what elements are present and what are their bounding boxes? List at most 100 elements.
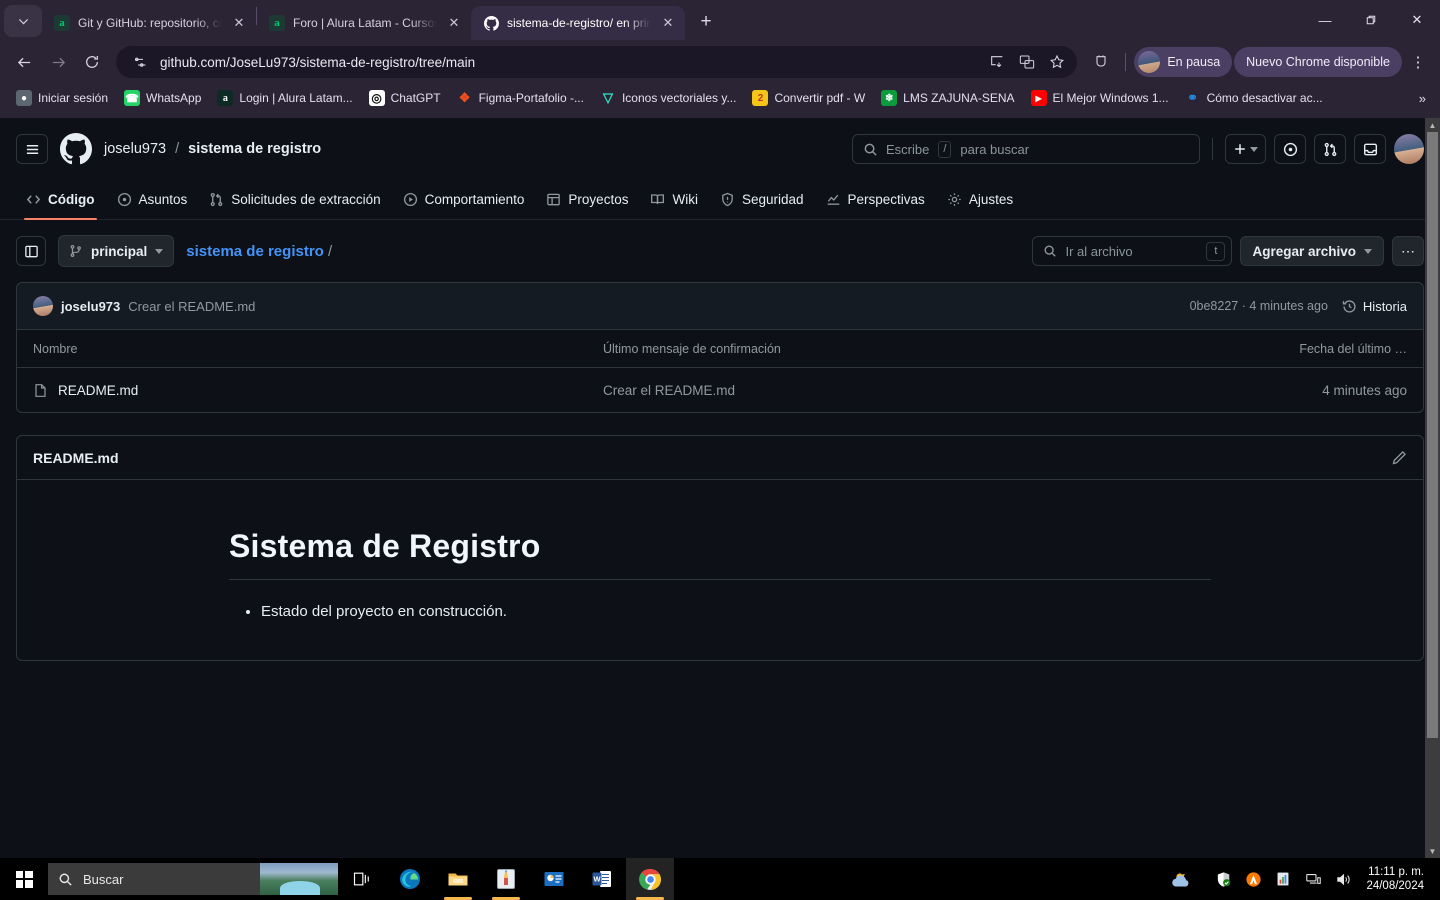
create-new-button[interactable] <box>1225 134 1266 164</box>
sidebar-toggle-icon[interactable] <box>16 236 46 266</box>
tab-solicitudes-de-extraccion[interactable]: Solicitudes de extracción <box>199 180 390 219</box>
profile-pill[interactable]: En pausa <box>1134 47 1233 77</box>
weather-icon[interactable] <box>1156 858 1208 900</box>
more-options-button[interactable]: ⋯ <box>1392 236 1424 266</box>
extensions-icon[interactable] <box>1085 46 1117 78</box>
commit-sha[interactable]: 0be8227 <box>1190 299 1239 313</box>
network-icon[interactable] <box>1298 858 1328 900</box>
maximize-button[interactable] <box>1348 0 1394 40</box>
bookmark-figma[interactable]: ❖ Figma-Portafolio -... <box>449 87 592 109</box>
breadcrumb: joselu973 / sistema de registro <box>104 141 321 157</box>
go-to-file-input[interactable]: Ir al archivo t <box>1032 236 1233 266</box>
commit-message[interactable]: Crear el README.md <box>128 299 255 314</box>
bookmark-chatgpt[interactable]: ◎ ChatGPT <box>361 87 449 109</box>
file-commit-message[interactable]: Crear el README.md <box>603 383 1237 398</box>
readme-panel: README.md Sistema de Registro Estado del… <box>16 435 1424 661</box>
search-input[interactable]: Escribe / para buscar <box>852 134 1200 164</box>
browser-tab-1[interactable]: a Git y GitHub: repositorio, comm ✕ <box>42 6 256 40</box>
site-settings-icon[interactable] <box>128 50 152 74</box>
tab-asuntos[interactable]: Asuntos <box>107 180 198 219</box>
bookmark-youtube-windows[interactable]: ▶ El Mejor Windows 1... <box>1023 87 1177 109</box>
chrome-icon[interactable] <box>626 858 674 900</box>
avatar[interactable] <box>1394 134 1424 164</box>
tab-ajustes[interactable]: Ajustes <box>937 180 1023 219</box>
tab-title: Git y GitHub: repositorio, comm <box>78 16 222 30</box>
reload-icon[interactable] <box>76 46 108 78</box>
paint-icon[interactable] <box>482 858 530 900</box>
volume-icon[interactable] <box>1328 858 1358 900</box>
scroll-down-arrow-icon[interactable]: ▼ <box>1425 844 1440 858</box>
bookmark-star-icon[interactable] <box>1043 48 1071 76</box>
path-repo-link[interactable]: sistema de registro <box>186 243 324 260</box>
pull-requests-button[interactable] <box>1314 134 1346 164</box>
branch-selector-button[interactable]: principal <box>58 235 175 267</box>
history-label: Historia <box>1362 298 1407 314</box>
tab-wiki[interactable]: Wiki <box>640 180 708 219</box>
task-view-icon[interactable] <box>338 858 386 900</box>
close-button[interactable]: ✕ <box>1394 0 1440 40</box>
close-icon[interactable]: ✕ <box>659 14 677 32</box>
install-app-icon[interactable] <box>983 48 1011 76</box>
bookmarks-overflow-icon[interactable]: » <box>1413 88 1432 109</box>
defender-icon[interactable] <box>1208 858 1238 900</box>
tab-comportamiento[interactable]: Comportamiento <box>393 180 535 219</box>
tab-title: sistema-de-registro/ en principa <box>507 16 651 30</box>
bookmark-label: Convertir pdf - W <box>774 91 866 105</box>
avast-icon[interactable] <box>1238 858 1268 900</box>
pencil-icon[interactable] <box>1391 450 1407 466</box>
code-icon <box>26 192 41 207</box>
column-header-date: Fecha del último … <box>1299 341 1407 356</box>
folder-icon[interactable] <box>434 858 482 900</box>
bookmark-whatsapp[interactable]: ☎ WhatsApp <box>116 87 209 109</box>
tab-seguridad[interactable]: Seguridad <box>710 180 814 219</box>
browser-tab-3-active[interactable]: sistema-de-registro/ en principa ✕ <box>471 6 685 40</box>
tab-title: Foro | Alura Latam - Cursos onli <box>293 16 437 30</box>
file-name-link[interactable]: README.md <box>58 383 138 398</box>
windows-logo-icon <box>15 870 33 888</box>
stats-icon[interactable] <box>1268 858 1298 900</box>
history-link[interactable]: Historia <box>1342 299 1407 314</box>
forward-icon[interactable] <box>42 46 74 78</box>
address-bar[interactable]: github.com/JoseLu973/sistema-de-registro… <box>116 46 1078 78</box>
tab-search-chevron-down-icon[interactable] <box>4 5 42 37</box>
browser-tab-2[interactable]: a Foro | Alura Latam - Cursos onli ✕ <box>257 6 471 40</box>
word-icon[interactable]: W <box>578 858 626 900</box>
repo-content: principal sistema de registro / Ir al ar… <box>0 220 1440 661</box>
chrome-update-pill[interactable]: Nuevo Chrome disponible <box>1234 47 1402 77</box>
add-file-button[interactable]: Agregar archivo <box>1240 236 1384 266</box>
file-commit-date: 4 minutes ago <box>1322 382 1407 398</box>
github-logo-icon[interactable] <box>60 133 92 165</box>
tab-perspectivas[interactable]: Perspectivas <box>816 180 935 219</box>
powerpoint-icon[interactable] <box>530 858 578 900</box>
bookmark-flaticon[interactable]: ▽ Iconos vectoriales y... <box>592 87 745 109</box>
table-row[interactable]: README.md Crear el README.md 4 minutes a… <box>17 368 1423 412</box>
translate-icon[interactable] <box>1013 48 1041 76</box>
start-button[interactable] <box>0 858 48 900</box>
bookmark-desactivar-ac[interactable]: ⚭ Cómo desactivar ac... <box>1177 87 1331 109</box>
clock[interactable]: 11:11 p. m. 24/08/2024 <box>1358 865 1434 893</box>
back-icon[interactable] <box>8 46 40 78</box>
issues-button[interactable] <box>1274 134 1306 164</box>
tab-proyectos[interactable]: Proyectos <box>536 180 638 219</box>
breadcrumb-owner[interactable]: joselu973 <box>104 141 166 157</box>
hamburger-menu-icon[interactable] <box>16 134 48 164</box>
edge-icon[interactable] <box>386 858 434 900</box>
new-tab-button[interactable]: + <box>691 7 721 37</box>
bookmark-iniciar-sesion[interactable]: ● Iniciar sesión <box>8 87 116 109</box>
page-scrollbar[interactable]: ▲ ▼ <box>1425 118 1440 858</box>
commit-author[interactable]: joselu973 <box>61 299 120 314</box>
breadcrumb-repo[interactable]: sistema de registro <box>188 141 321 157</box>
search-input[interactable]: Buscar <box>48 863 338 895</box>
scrollbar-thumb[interactable] <box>1427 132 1438 738</box>
close-icon[interactable]: ✕ <box>230 14 248 32</box>
tab-codigo[interactable]: Código <box>16 180 105 220</box>
chrome-menu-icon[interactable]: ⋮ <box>1404 46 1432 78</box>
close-icon[interactable]: ✕ <box>445 14 463 32</box>
bookmark-alura-login[interactable]: a Login | Alura Latam... <box>209 87 360 109</box>
chatgpt-icon: ◎ <box>368 90 385 106</box>
bookmark-lms-zajuna[interactable]: ❄ LMS ZAJUNA-SENA <box>873 87 1022 109</box>
bookmark-convertir-pdf[interactable]: 2 Convertir pdf - W <box>744 87 873 109</box>
minimize-button[interactable]: — <box>1302 0 1348 40</box>
notifications-button[interactable] <box>1354 134 1386 164</box>
scroll-up-arrow-icon[interactable]: ▲ <box>1425 118 1440 132</box>
